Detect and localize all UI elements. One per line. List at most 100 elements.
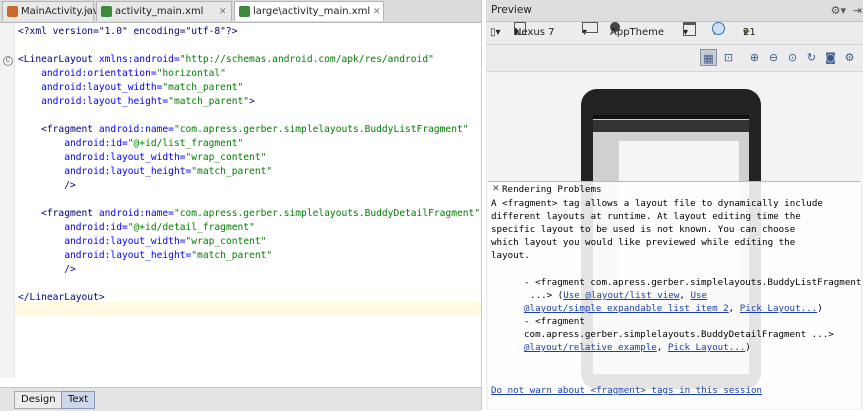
message-text: A <fragment> tag allows a layout file to…: [491, 198, 823, 209]
tag-text: <fragment: [18, 208, 99, 219]
tab-label: large\activity_main.xml: [253, 6, 371, 17]
value-text: "@+id/detail_fragment": [127, 222, 255, 233]
entry-text: ...> (: [530, 290, 564, 301]
pick-layout-link[interactable]: Pick Layout...: [668, 342, 745, 353]
action-bar: [593, 120, 749, 132]
code-line: android:id="@+id/list_fragment": [18, 137, 243, 151]
editor-gutter: C: [0, 23, 15, 378]
attr-text: android:layout_height=: [18, 166, 192, 177]
entry-text: ): [745, 342, 751, 353]
message-text: specific layout to be used is not known.…: [491, 224, 796, 235]
activity-selector[interactable]: ▾: [683, 22, 696, 44]
editor-mode-tabs: Design Text: [0, 387, 481, 411]
pick-layout-link[interactable]: Pick Layout...: [740, 303, 817, 314]
refresh-icon[interactable]: ↻: [803, 49, 820, 66]
tab-large-activity-main-xml[interactable]: large\activity_main.xml ✕: [234, 1, 384, 21]
xml-editor: MainActivity.java ✕ activity_main.xml ✕ …: [0, 0, 482, 411]
zoom-out-icon[interactable]: ⊖: [765, 49, 782, 66]
zoom-toolbar: ▦ ⊡ ⊕ ⊖ ⊙ ↻ ◙ ⚙: [486, 45, 863, 72]
use-expandable-link[interactable]: Use: [690, 290, 707, 301]
zoom-actual-icon[interactable]: ⊙: [784, 49, 801, 66]
rendering-problems-panel: ✕ Rendering Problems A <fragment> tag al…: [488, 181, 862, 409]
attr-text: android:layout_width=: [18, 82, 163, 93]
fragment-entry-text: com.apress.gerber.simplelayouts.BuddyDet…: [524, 329, 834, 340]
code-line: </LinearLayout>: [18, 291, 105, 305]
separator: ,: [679, 290, 691, 301]
attr-text: android:layout_height=: [18, 250, 192, 261]
attr-text: android:name=: [98, 208, 174, 219]
tab-label: MainActivity.java: [21, 6, 105, 17]
tag-text: >: [249, 96, 255, 107]
tag-text: </LinearLayout>: [18, 292, 105, 303]
gear-icon[interactable]: ⚙▾: [831, 0, 846, 21]
fragment-entry-line: ...> (Use @layout/list_view, Use: [530, 289, 707, 302]
theme-label: AppTheme: [610, 27, 665, 38]
grid-toggle-icon[interactable]: ▦: [700, 49, 717, 66]
attr-text: android:orientation=: [18, 68, 157, 79]
orientation-icon: [582, 22, 598, 33]
tag-text: <LinearLayout: [18, 54, 99, 65]
globe-icon: [712, 22, 725, 35]
value-text: "match_parent": [191, 166, 273, 177]
settings-icon[interactable]: ⚙: [841, 49, 858, 66]
tab-activity-main-xml[interactable]: activity_main.xml ✕: [96, 1, 232, 21]
tag-text: />: [18, 180, 76, 191]
message-text: layout.: [491, 250, 530, 261]
fragment-entry-text: - <fragment com.apress.gerber.simplelayo…: [524, 277, 862, 288]
code-line: />: [18, 263, 76, 277]
device-label: Nexus 7: [514, 27, 555, 38]
code-line: />: [18, 179, 76, 193]
locale-selector[interactable]: ▾: [712, 22, 725, 44]
fragment-entry-line: @layout/simple_expandable_list_item_2, P…: [524, 302, 823, 315]
code-line: android:orientation="horizontal": [18, 67, 226, 81]
code-line: android:layout_width="match_parent": [18, 81, 243, 95]
attr-text: android:layout_height=: [18, 96, 169, 107]
use-expandable-link[interactable]: @layout/simple_expandable_list_item_2: [524, 303, 729, 314]
code-line: android:id="@+id/detail_fragment": [18, 221, 255, 235]
close-icon[interactable]: ✕: [373, 2, 381, 22]
separator: ,: [656, 342, 668, 353]
use-list-view-link[interactable]: Use @layout/list_view: [563, 290, 679, 301]
api-level-selector[interactable]: ✦ 21 ▾: [743, 22, 756, 44]
attr-text: android:name=: [98, 124, 174, 135]
device-frame-icon[interactable]: ▯▾: [490, 22, 501, 44]
value-text: "http://schemas.android.com/apk/res/andr…: [179, 54, 434, 65]
java-file-icon: [7, 6, 18, 17]
close-icon[interactable]: ✕: [492, 184, 500, 194]
code-line: android:layout_height="match_parent": [18, 165, 272, 179]
preview-title-bar: Preview ⚙▾ ⇥: [486, 0, 863, 22]
code-line: android:layout_height="match_parent": [18, 249, 272, 263]
close-icon[interactable]: ✕: [219, 2, 227, 22]
code-line: <fragment android:name="com.apress.gerbe…: [18, 123, 468, 137]
value-text: "match_parent": [168, 96, 250, 107]
value-text: "horizontal": [156, 68, 226, 79]
tag-text: />: [18, 264, 76, 275]
tab-design[interactable]: Design: [14, 391, 63, 409]
orientation-selector[interactable]: ▾: [582, 22, 598, 44]
do-not-warn-link[interactable]: Do not warn about <fragment> tags in thi…: [491, 384, 762, 397]
attr-text: android:id=: [18, 138, 128, 149]
tab-text[interactable]: Text: [61, 391, 96, 409]
code-line: android:layout_height="match_parent">: [18, 95, 255, 109]
attr-text: android:layout_width=: [18, 152, 186, 163]
xml-file-icon: [239, 6, 250, 17]
preview-title: Preview: [491, 4, 532, 16]
hide-panel-icon[interactable]: ⇥: [853, 0, 862, 21]
screenshot-icon[interactable]: ◙: [822, 49, 839, 66]
code-line: <fragment android:name="com.apress.gerbe…: [18, 207, 480, 221]
device-selector[interactable]: Nexus 7 ▾: [514, 22, 554, 44]
value-text: "com.apress.gerber.simplelayouts.BuddyDe…: [173, 208, 481, 219]
use-relative-example-link[interactable]: @layout/relative_example: [524, 342, 657, 353]
class-marker-icon[interactable]: C: [3, 56, 13, 66]
separator: ,: [728, 303, 740, 314]
code-line: android:layout_width="wrap_content": [18, 235, 266, 249]
api-label: 21: [743, 27, 756, 38]
zoom-to-fit-icon[interactable]: ⊡: [720, 49, 737, 66]
zoom-in-icon[interactable]: ⊕: [746, 49, 763, 66]
preview-toolbar: ▯▾ Nexus 7▾ ▾ AppTheme ▾ ▾ ✦21▾: [486, 22, 863, 45]
tab-mainactivity-java[interactable]: MainActivity.java ✕: [2, 1, 105, 22]
message-text: which layout you would like previewed wh…: [491, 237, 796, 248]
rendering-problems-heading: Rendering Problems: [502, 184, 602, 195]
code-line: <LinearLayout xmlns:android="http://sche…: [18, 53, 434, 67]
close-icon[interactable]: ✕: [83, 2, 91, 22]
